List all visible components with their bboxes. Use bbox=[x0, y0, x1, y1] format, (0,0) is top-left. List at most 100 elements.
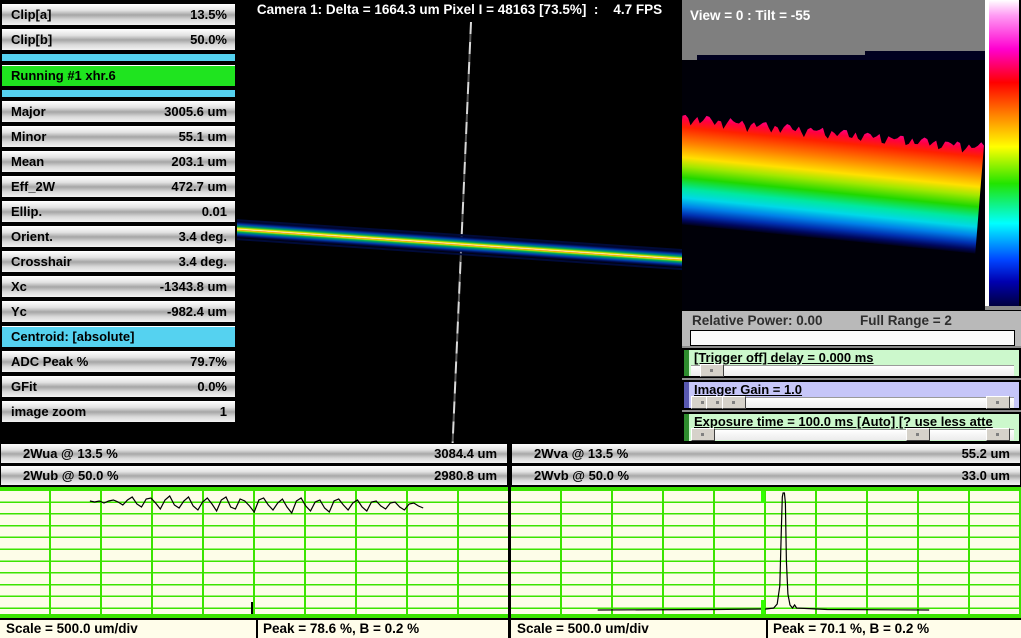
header-value: 2980.8 um bbox=[434, 468, 497, 483]
view-3d[interactable]: View = 0 : Tilt = -55 bbox=[682, 0, 985, 310]
sidebar-row-centroid-absolute[interactable]: Centroid: [absolute] bbox=[1, 325, 236, 348]
peak-label: Peak = 78.6 %, B = 0.2 % bbox=[263, 621, 419, 636]
cursor-marker-top[interactable] bbox=[761, 491, 765, 503]
relative-power-label: Relative Power: 0.00 bbox=[692, 313, 823, 328]
sidebar-row-clip-a[interactable]: Clip[a] 13.5% bbox=[1, 3, 236, 26]
left-chart-statusbar: Scale = 500.0 um/div Peak = 78.6 %, B = … bbox=[0, 618, 508, 638]
slider-track[interactable] bbox=[691, 365, 1014, 376]
row-label: Yc bbox=[11, 301, 27, 322]
profile-header-2wva[interactable]: 2Wva @ 13.5 %55.2 um bbox=[511, 443, 1021, 464]
right-chart-headers: 2Wva @ 13.5 %55.2 um 2Wvb @ 50.0 % 33.0 um bbox=[511, 443, 1021, 487]
header-label: 2Wvb @ 50.0 % bbox=[534, 468, 629, 483]
slider-thumb[interactable] bbox=[700, 364, 724, 377]
panel-grab-strip[interactable] bbox=[684, 414, 689, 441]
row-value: 13.5% bbox=[190, 4, 227, 25]
row-label: Major bbox=[11, 101, 46, 122]
camera-view[interactable]: Camera 1: Delta = 1664.3 um Pixel I = 48… bbox=[237, 0, 682, 443]
row-value: 3.4 deg. bbox=[179, 226, 227, 247]
panel-grab-strip[interactable] bbox=[684, 350, 689, 376]
row-value: 3005.6 um bbox=[164, 101, 227, 122]
sidebar-row-yc[interactable]: Yc -982.4 um bbox=[1, 300, 236, 323]
slider-thumb[interactable] bbox=[906, 428, 930, 441]
sidebar-row-clip-b[interactable]: Clip[b] 50.0% bbox=[1, 28, 236, 51]
row-label: Orient. bbox=[11, 226, 53, 247]
slider-panel-imager-gain-1-0: Imager Gain = 1.0 bbox=[682, 380, 1021, 410]
row-value: 203.1 um bbox=[171, 151, 227, 172]
sidebar-row-mean[interactable]: Mean 203.1 um bbox=[1, 150, 236, 173]
sidebar-row-gfit[interactable]: GFit0.0% bbox=[1, 375, 236, 398]
row-value: -982.4 um bbox=[167, 301, 227, 322]
chart-divider bbox=[508, 443, 511, 638]
slider-thumb[interactable] bbox=[722, 396, 746, 409]
sidebar-row-xc[interactable]: Xc -1343.8 um bbox=[1, 275, 236, 298]
right-chart-statusbar: Scale = 500.0 um/div Peak = 70.1 %, B = … bbox=[511, 618, 1021, 638]
header-value: 33.0 um bbox=[962, 468, 1010, 483]
slider-thumb[interactable] bbox=[986, 396, 1010, 409]
scale-label: Scale = 500.0 um/div bbox=[517, 621, 649, 636]
slider-panel-exposure-time-100-0-ms-a: Exposure time = 100.0 ms [Auto] [? use l… bbox=[682, 412, 1021, 443]
header-value: 55.2 um bbox=[962, 446, 1010, 461]
panel-grab-strip[interactable] bbox=[684, 382, 689, 408]
camera-title: Camera 1: Delta = 1664.3 um Pixel I = 48… bbox=[237, 2, 682, 17]
row-label: Crosshair bbox=[11, 251, 72, 272]
sidebar-row-crosshair[interactable]: Crosshair3.4 deg. bbox=[1, 250, 236, 273]
row-label: Ellip. bbox=[11, 201, 42, 222]
vertical-profile-trace bbox=[511, 491, 1021, 614]
row-value: 0.0% bbox=[197, 376, 227, 397]
peak-label: Peak = 70.1 %, B = 0.2 % bbox=[773, 621, 929, 636]
sidebar-row-running-1-xhr-6[interactable]: Running #1 xhr.6 bbox=[1, 64, 236, 87]
slider-track[interactable] bbox=[691, 429, 1014, 440]
beam-halo-top bbox=[237, 219, 682, 251]
slider-label: Imager Gain = 1.0 bbox=[694, 382, 802, 397]
row-value: 55.1 um bbox=[179, 126, 227, 147]
relative-power-panel: Relative Power: 0.00 Full Range = 2 bbox=[682, 310, 1021, 346]
sidebar-separator-bar[interactable] bbox=[1, 53, 236, 62]
sidebar-row-orient[interactable]: Orient. 3.4 deg. bbox=[1, 225, 236, 248]
slider-track[interactable] bbox=[691, 397, 1014, 408]
sidebar-separator-bar[interactable] bbox=[1, 89, 236, 98]
row-label: Centroid: [absolute] bbox=[11, 326, 135, 347]
left-chart-headers: 2Wua @ 13.5 % 3084.4 um 2Wub @ 50.0 % 2980.… bbox=[0, 443, 508, 487]
row-value: 472.7 um bbox=[171, 176, 227, 197]
row-label: Clip[b] bbox=[11, 29, 52, 50]
bottom-tick-marker[interactable] bbox=[251, 602, 253, 614]
sidebar-row-ellip[interactable]: Ellip. 0.01 bbox=[1, 200, 236, 223]
profile-header-2wub[interactable]: 2Wub @ 50.0 % 2980.8 um bbox=[0, 465, 508, 486]
row-label: Clip[a] bbox=[11, 4, 51, 25]
row-label: ADC Peak % bbox=[11, 351, 88, 372]
slider-panel--trigger-off-delay-0-000: [Trigger off] delay = 0.000 ms bbox=[682, 348, 1021, 378]
view-3d-shadow bbox=[865, 51, 985, 60]
vertical-profile-chart[interactable] bbox=[511, 487, 1021, 618]
slider-thumb[interactable] bbox=[986, 428, 1010, 441]
status-divider bbox=[256, 620, 258, 638]
sidebar-row-major[interactable]: Major 3005.6 um bbox=[1, 100, 236, 123]
row-value: 50.0% bbox=[190, 29, 227, 50]
row-value: 0.01 bbox=[202, 201, 227, 222]
profile-charts: 2Wua @ 13.5 % 3084.4 um 2Wub @ 50.0 % 2980.… bbox=[0, 443, 1021, 638]
scale-label: Scale = 500.0 um/div bbox=[6, 621, 138, 636]
view-3d-ceiling: View = 0 : Tilt = -55 bbox=[682, 0, 985, 60]
sidebar-row-minor[interactable]: Minor55.1 um bbox=[1, 125, 236, 148]
profile-header-2wua[interactable]: 2Wua @ 13.5 % 3084.4 um bbox=[0, 443, 508, 464]
row-label: Xc bbox=[11, 276, 27, 297]
slider-label: [Trigger off] delay = 0.000 ms bbox=[694, 350, 874, 365]
profile-header-2wvb[interactable]: 2Wvb @ 50.0 % 33.0 um bbox=[511, 465, 1021, 486]
sidebar-row-eff-2w[interactable]: Eff_2W472.7 um bbox=[1, 175, 236, 198]
results-sidebar: Clip[a] 13.5% Clip[b] 50.0% Running #1 xhr.6… bbox=[0, 0, 237, 443]
slider-thumb[interactable] bbox=[691, 428, 715, 441]
header-label: 2Wub @ 50.0 % bbox=[23, 468, 119, 483]
row-label: Mean bbox=[11, 151, 44, 172]
view-3d-title: View = 0 : Tilt = -55 bbox=[690, 8, 810, 23]
crosshair-line[interactable] bbox=[452, 22, 472, 443]
horizontal-profile-chart[interactable] bbox=[0, 487, 508, 618]
right-panel: View = 0 : Tilt = -55 Relative Power: 0.… bbox=[682, 0, 1021, 443]
row-label: Running #1 xhr.6 bbox=[11, 65, 116, 86]
row-label: image zoom bbox=[11, 401, 86, 422]
header-label: 2Wua @ 13.5 % bbox=[23, 446, 118, 461]
sidebar-row-image-zoom[interactable]: image zoom1 bbox=[1, 400, 236, 423]
sidebar-row-adc-peak[interactable]: ADC Peak %79.7% bbox=[1, 350, 236, 373]
cursor-marker-bottom[interactable] bbox=[761, 600, 765, 614]
header-value: 3084.4 um bbox=[434, 446, 497, 461]
beam-profiler-app: Clip[a] 13.5% Clip[b] 50.0% Running #1 xhr.6… bbox=[0, 0, 1021, 638]
row-value: -1343.8 um bbox=[160, 276, 227, 297]
